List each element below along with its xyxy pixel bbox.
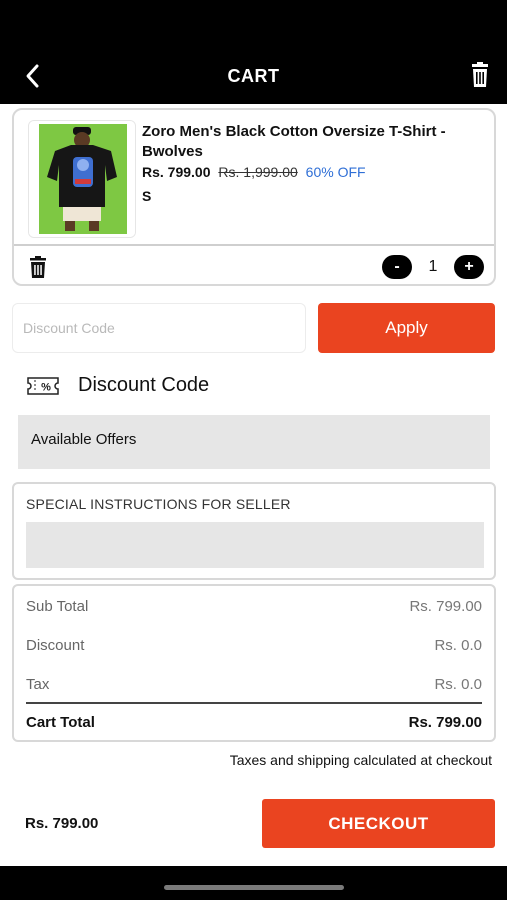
order-summary: Sub Total Rs. 799.00 Discount Rs. 0.0 Ta… (12, 584, 496, 742)
quantity-value: 1 (428, 258, 438, 275)
cart-total-value: Rs. 799.00 (408, 714, 482, 731)
apply-button[interactable]: Apply (318, 303, 495, 353)
discount-label: Discount (26, 637, 85, 654)
discount-section-title: Discount Code (78, 374, 210, 396)
tax-shipping-note: Taxes and shipping calculated at checkou… (229, 752, 492, 768)
original-price: Rs. 1,999.00 (218, 164, 298, 180)
quantity-decrease-button[interactable]: - (382, 255, 412, 279)
trash-icon[interactable] (469, 62, 491, 88)
quantity-increase-button[interactable]: + (454, 255, 484, 279)
divider (26, 702, 482, 704)
special-instructions-input[interactable] (26, 522, 484, 568)
tax-value: Rs. 0.0 (434, 676, 482, 693)
coupon-percent-icon: % (27, 377, 59, 395)
product-size: S (142, 188, 152, 204)
checkout-button[interactable]: CHECKOUT (262, 799, 495, 848)
bottom-bar (0, 866, 507, 900)
sale-price: Rs. 799.00 (142, 164, 211, 180)
footer-total-price: Rs. 799.00 (25, 815, 99, 832)
divider (14, 244, 494, 246)
product-name[interactable]: Zoro Men's Black Cotton Oversize T-Shirt… (142, 122, 490, 162)
discount-code-input[interactable] (12, 303, 306, 353)
subtotal-label: Sub Total (26, 598, 89, 615)
product-image[interactable] (28, 120, 136, 238)
discount-percent: 60% OFF (305, 164, 366, 180)
subtotal-value: Rs. 799.00 (409, 598, 482, 615)
discount-value: Rs. 0.0 (434, 637, 482, 654)
page-title: CART (227, 66, 280, 86)
tax-label: Tax (26, 676, 50, 693)
home-indicator[interactable] (164, 885, 344, 890)
svg-text:%: % (41, 382, 51, 394)
available-offers-button[interactable]: Available Offers (18, 415, 490, 469)
cart-total-label: Cart Total (26, 714, 95, 731)
special-instructions-card: SPECIAL INSTRUCTIONS FOR SELLER (12, 482, 496, 580)
special-instructions-label: SPECIAL INSTRUCTIONS FOR SELLER (26, 496, 291, 512)
price-row: Rs. 799.00 Rs. 1,999.00 60% OFF (142, 164, 366, 180)
app-header: CART (0, 0, 507, 104)
trash-icon[interactable] (28, 256, 48, 278)
cart-item-card: Zoro Men's Black Cotton Oversize T-Shirt… (12, 108, 496, 286)
tshirt-product-photo (29, 121, 135, 237)
